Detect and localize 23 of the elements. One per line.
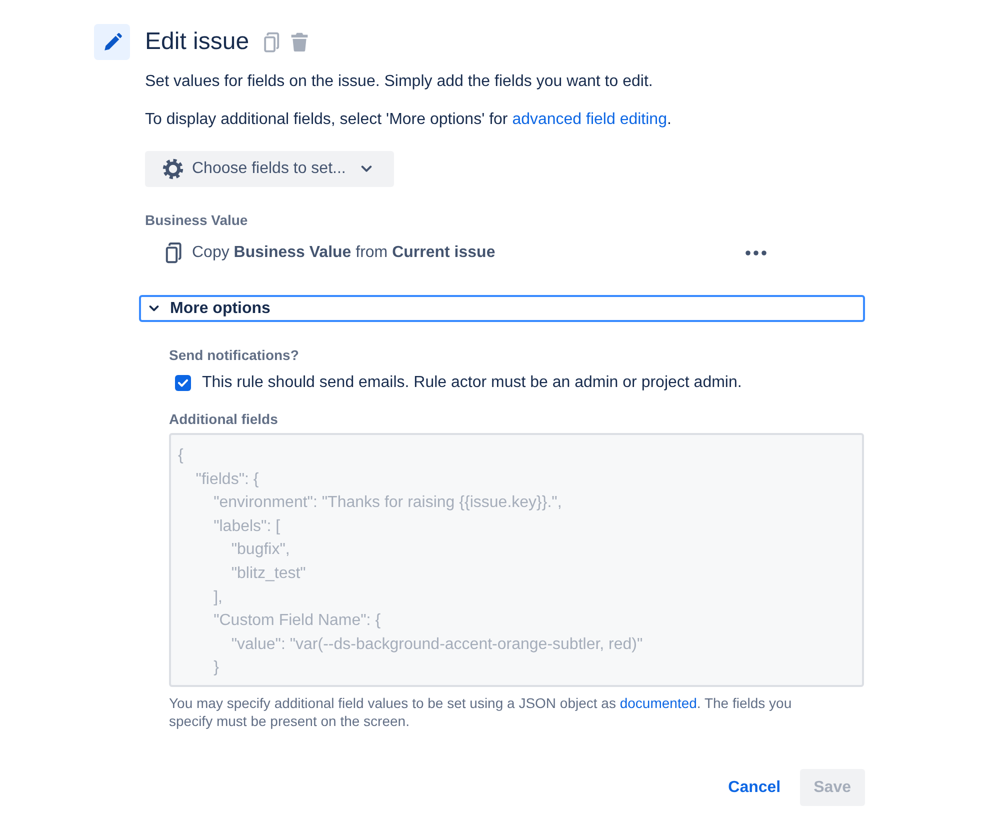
cancel-button[interactable]: Cancel bbox=[716, 769, 793, 806]
gear-icon bbox=[162, 158, 184, 180]
more-options-toggle[interactable]: More options bbox=[139, 295, 865, 322]
checkbox[interactable] bbox=[175, 375, 191, 391]
description-text: Set values for fields on the issue. Simply add the fields you want to edit. bbox=[145, 72, 654, 92]
pencil-icon bbox=[94, 24, 130, 60]
copy-icon bbox=[165, 242, 183, 264]
description-text: To display additional fields, select 'More options' for advanced field editing. bbox=[145, 110, 672, 130]
checkmark-icon bbox=[178, 379, 188, 387]
copy-rule-text: Copy Business Value from Current issue bbox=[192, 243, 496, 263]
more-actions-icon[interactable] bbox=[745, 250, 767, 256]
help-text: You may specify additional field values to be set using a JSON object as documented. The fields you specify must be present on the screen. bbox=[169, 694, 793, 730]
advanced-field-editing-link[interactable]: advanced field editing bbox=[512, 111, 667, 128]
chevron-down-icon bbox=[149, 305, 159, 312]
chevron-down-icon bbox=[360, 165, 372, 173]
checkbox-label: This rule should send emails. Rule actor must be an admin or project admin. bbox=[202, 373, 742, 393]
field-label: Business Value bbox=[145, 211, 249, 230]
page-title: Edit issue bbox=[145, 27, 250, 57]
field-label: Send notifications? bbox=[169, 346, 300, 365]
documented-link[interactable]: documented bbox=[620, 695, 697, 711]
json-input-field[interactable]: { "fields": { "environment": "Thanks for raising {{issue.key}}.", "labels": [ "bugfix", "blitz_test" ], "Custom Field Name": { "value": "var(--ds-background-accent-orange-subtler, red)" } bbox=[169, 433, 864, 687]
choose-fields-button[interactable]: Choose fields to set... bbox=[145, 151, 394, 187]
field-label: Additional fields bbox=[169, 410, 279, 429]
